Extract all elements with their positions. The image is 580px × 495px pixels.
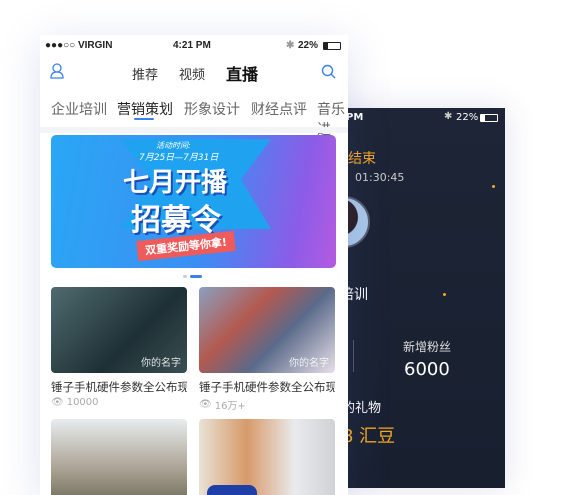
carousel-dot[interactable] — [183, 275, 187, 278]
status-time: 4:21 PM — [173, 40, 211, 51]
battery-text: 22% — [298, 40, 319, 51]
category-tab[interactable]: 音乐进 — [317, 99, 348, 139]
new-fans-value: 6000 — [404, 359, 450, 380]
category-tab[interactable]: 形象设计 — [184, 99, 240, 119]
live-duration: 01:30:45 — [355, 171, 405, 184]
video-thumbnail[interactable] — [199, 419, 335, 495]
thumbnail-detail — [207, 485, 257, 495]
battery-icon — [480, 114, 498, 122]
video-thumbnail[interactable]: 你的名字 — [51, 287, 187, 373]
stats-divider — [353, 340, 354, 372]
back-status-time: PM — [346, 112, 364, 123]
banner-headline-1: 七月开播 — [123, 168, 228, 198]
video-thumbnail[interactable] — [51, 419, 187, 495]
banner-headline-2: 招募令 — [131, 203, 221, 238]
view-count: 👁 16万+ — [199, 397, 246, 412]
nav-tab-live[interactable]: 直播 — [226, 61, 258, 85]
bluetooth-icon: ✱ — [286, 40, 295, 51]
battery-icon — [323, 42, 341, 50]
bluetooth-icon: ✱ — [444, 111, 453, 122]
search-icon[interactable] — [321, 64, 336, 79]
active-tab-indicator — [134, 118, 154, 120]
decor-dot — [492, 185, 495, 188]
view-count-text: 16万+ — [214, 401, 246, 412]
carousel-dot-active[interactable] — [190, 275, 202, 278]
nav-tab-video[interactable]: 视频 — [179, 64, 205, 83]
new-fans-label: 新增粉丝 — [403, 340, 452, 354]
category-tab[interactable]: 企业培训 — [51, 99, 107, 119]
eye-icon: 👁 — [199, 399, 212, 410]
view-count: 👁 10000 — [51, 397, 99, 408]
video-title[interactable]: 锤子手机硬件参数全公布现... — [51, 379, 187, 395]
category-tab[interactable]: 财经点评 — [251, 99, 307, 119]
video-title[interactable]: 锤子手机硬件参数全公布现... — [199, 379, 335, 395]
eye-icon: 👁 — [51, 397, 64, 408]
decor-dot — [443, 293, 446, 296]
user-icon[interactable] — [50, 63, 64, 79]
thumbnail-watermark: 你的名字 — [289, 358, 329, 369]
back-battery-text: 22% — [456, 112, 479, 123]
gift-value: 8 汇豆 — [342, 426, 396, 447]
video-thumbnail[interactable]: 你的名字 — [199, 287, 335, 373]
carrier: ●●●○○ VIRGIN — [45, 40, 113, 51]
thumbnail-watermark: 你的名字 — [141, 358, 181, 369]
promo-banner[interactable]: 活动时间: 7月25日—7月31日 七月开播 招募令 双重奖励等你拿! — [51, 135, 336, 268]
section-divider — [40, 127, 348, 133]
live-list-screen: ●●●○○ VIRGIN 4:21 PM ✱ 22% 推荐 视频 直播 企业培训… — [40, 35, 348, 495]
view-count-text: 10000 — [66, 397, 99, 408]
nav-tab-recommend[interactable]: 推荐 — [132, 64, 158, 83]
category-tab-active[interactable]: 营销策划 — [117, 99, 173, 119]
